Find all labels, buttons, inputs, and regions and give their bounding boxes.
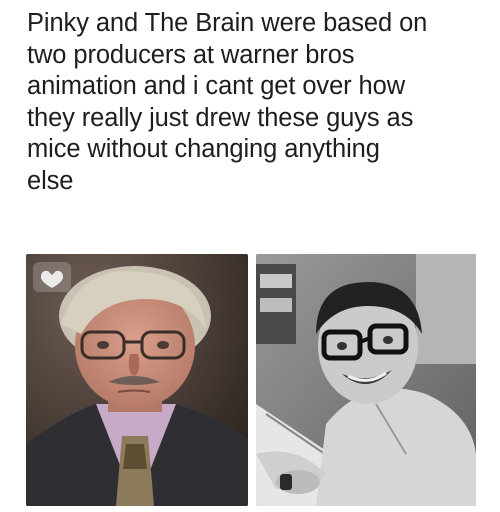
- caption-line: Pinky and The Brain were based on: [27, 9, 428, 37]
- caption-line: else: [27, 166, 74, 195]
- photo-pinky-producer: [256, 254, 476, 506]
- caption-line: animation and i cant get over how: [27, 72, 406, 100]
- caption-line: two producers at warner bros: [27, 40, 355, 69]
- caption-line: they really just drew these guys as: [27, 103, 414, 132]
- caption-line: mice without changing anything: [27, 135, 380, 163]
- meme-caption: Pinky and The Brain were based on two pr…: [27, 8, 487, 197]
- heart-hands-icon: [33, 262, 71, 292]
